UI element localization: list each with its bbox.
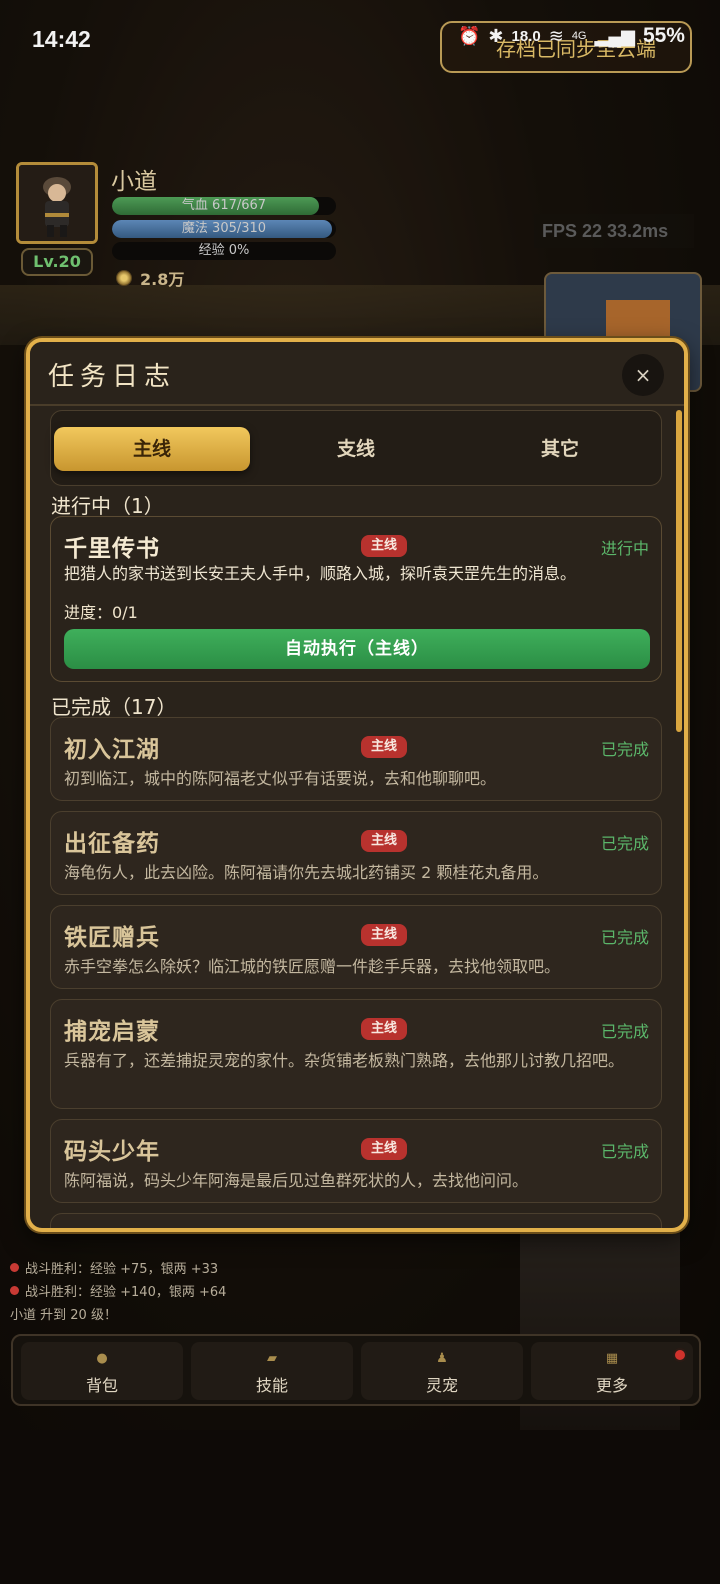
nav-label: 更多 — [595, 1376, 628, 1395]
quest-description: 兵器有了，还差捕捉灵宠的家什。杂货铺老板熟门熟路，去他那儿讨教几招吧。 — [64, 1051, 625, 1070]
close-button[interactable]: × — [622, 354, 664, 396]
bluetooth-icon: ✱ — [488, 25, 504, 46]
xp-bar: 经验 0% — [112, 242, 336, 260]
quest-tabs: 主线 支线 其它 — [50, 410, 662, 486]
signal-icon: ▂▄▆ — [594, 25, 635, 46]
log-text: 战斗胜利：经验 +140，银两 +64 — [25, 1285, 227, 1300]
hp-text: 气血 617/667 — [181, 198, 267, 213]
xp-text: 经验 0% — [198, 243, 250, 258]
quest-title: 初入江湖 — [64, 737, 160, 763]
quest-title: 捕宠启蒙 — [64, 1019, 160, 1045]
quest-state: 已完成 — [600, 834, 649, 853]
battery-level: 55% — [642, 24, 685, 47]
net-speed: 18.0 — [511, 27, 541, 45]
mp-bar: 魔法 305/310 — [112, 220, 336, 238]
tab-side-quest[interactable]: 支线 — [258, 427, 454, 471]
battle-log: 战斗胜利：经验 +75，银两 +33 战斗胜利：经验 +140，银两 +64 小… — [10, 1256, 226, 1369]
dialog-body[interactable]: 主线 支线 其它 进行中（1） 千里传书 主线 进行中 把猎人的家书送到长安王夫… — [30, 408, 684, 1228]
dialog-title: 任务日志 — [48, 362, 177, 392]
network-type: 4G — [571, 30, 587, 42]
hp-bar: 气血 617/667 — [112, 197, 336, 215]
quest-type-badge: 主线 — [361, 1018, 407, 1040]
quest-log-dialog: 任务日志 × 主线 支线 其它 进行中（1） 千里传书 主线 进行中 把猎人的家… — [26, 338, 688, 1232]
quest-type-badge: 主线 — [361, 1138, 407, 1160]
battle-dot-icon — [10, 1286, 19, 1295]
active-quest-card[interactable]: 千里传书 主线 进行中 把猎人的家书送到长安王夫人手中，顺路入城，探听袁天罡先生… — [50, 516, 662, 682]
completed-quest-card[interactable]: 捕宠启蒙 主线 已完成 兵器有了，还差捕捉灵宠的家什。杂货铺老板熟门熟路，去他那… — [50, 999, 662, 1109]
character-portrait-icon — [19, 165, 95, 241]
quest-title: 码头少年 — [64, 1139, 160, 1165]
tab-other-quest[interactable]: 其它 — [462, 427, 658, 471]
completed-quest-card[interactable]: 铁匠赠兵 主线 已完成 赤手空拳怎么除妖？临江城的铁匠愿赠一件趁手兵器，去找他领… — [50, 905, 662, 989]
player-hud: Lv.20 小道 气血 617/667 魔法 305/310 经验 0% 2.8… — [16, 162, 376, 292]
quest-description: 把猎人的家书送到长安王夫人手中，顺路入城，探听袁天罡先生的消息。 — [64, 564, 577, 583]
log-line: 战斗胜利：经验 +75，银两 +33 — [10, 1256, 226, 1279]
status-time: 14:42 — [32, 26, 91, 52]
tab-main-quest[interactable]: 主线 — [54, 427, 250, 471]
log-line: 战斗胜利：经验 +140，银两 +64 — [10, 1279, 226, 1302]
quest-type-badge: 主线 — [361, 830, 407, 852]
auto-execute-button[interactable]: 自动执行（主线） — [64, 629, 650, 669]
dialog-header: 任务日志 × — [30, 342, 684, 406]
completed-quest-card[interactable]: 初入江湖 主线 已完成 初到临江，城中的陈阿福老丈似乎有话要说，去和他聊聊吧。 — [50, 717, 662, 801]
alarm-icon: ⏰ — [458, 25, 481, 46]
nav-label: 灵宠 — [425, 1376, 458, 1395]
nav-bag-button[interactable]: ● 背包 — [21, 1342, 183, 1400]
completed-heading: 已完成（17） — [51, 695, 177, 719]
nav-label: 背包 — [85, 1376, 118, 1395]
quest-description: 海龟伤人，此去凶险。陈阿福请你先去城北药铺买 2 颗桂花丸备用。 — [64, 863, 549, 882]
quest-description: 初到临江，城中的陈阿福老丈似乎有话要说，去和他聊聊吧。 — [64, 769, 497, 788]
nav-more-button[interactable]: ▦ 更多 — [531, 1342, 693, 1400]
fps-counter: FPS 22 33.2ms — [534, 214, 694, 248]
quest-title: 千里传书 — [64, 536, 160, 562]
quest-type-badge: 主线 — [361, 736, 407, 758]
quest-type-badge: 主线 — [361, 924, 407, 946]
quest-state: 已完成 — [600, 740, 649, 759]
log-text: 战斗胜利：经验 +75，银两 +33 — [25, 1262, 219, 1277]
player-avatar[interactable] — [16, 162, 98, 244]
player-level: Lv.20 — [21, 248, 93, 276]
quest-state: 已完成 — [600, 1022, 649, 1041]
status-bar: 14:42 存档已同步至云端 ⏰ ✱ 18.0 ≋ 4G ▂▄▆ 55% — [0, 0, 720, 80]
bag-icon: ● — [96, 1351, 108, 1366]
grid-icon: ▦ — [605, 1351, 619, 1366]
in-progress-heading: 进行中（1） — [51, 494, 164, 518]
book-icon: ▰ — [267, 1351, 277, 1366]
player-name: 小道 — [111, 169, 157, 195]
wifi-icon: ≋ — [548, 25, 564, 46]
quest-state: 进行中 — [600, 539, 649, 558]
status-icons: ⏰ ✱ 18.0 ≋ 4G ▂▄▆ 55% — [458, 24, 685, 48]
gold-display: 2.8万 — [116, 266, 184, 290]
log-line: 小道 升到 20 级！ — [10, 1302, 226, 1369]
quest-description: 陈阿福说，码头少年阿海是最后见过鱼群死状的人，去找他问问。 — [64, 1171, 529, 1190]
completed-quest-card-partial[interactable] — [50, 1213, 662, 1228]
bottom-nav: ● 背包 ▰ 技能 ♟ 灵宠 ▦ 更多 — [11, 1334, 701, 1406]
mp-text: 魔法 305/310 — [181, 221, 267, 236]
nav-skills-button[interactable]: ▰ 技能 — [191, 1342, 353, 1400]
quest-state: 已完成 — [600, 1142, 649, 1161]
nav-label: 技能 — [255, 1376, 288, 1395]
completed-quest-card[interactable]: 码头少年 主线 已完成 陈阿福说，码头少年阿海是最后见过鱼群死状的人，去找他问问… — [50, 1119, 662, 1203]
completed-quest-card[interactable]: 出征备药 主线 已完成 海龟伤人，此去凶险。陈阿福请你先去城北药铺买 2 颗桂花… — [50, 811, 662, 895]
quest-type-badge: 主线 — [361, 535, 407, 557]
notification-dot — [673, 1348, 687, 1362]
quest-description: 赤手空拳怎么除妖？临江城的铁匠愿赠一件趁手兵器，去找他领取吧。 — [64, 957, 561, 976]
quest-title: 铁匠赠兵 — [64, 925, 160, 951]
gold-amount: 2.8万 — [140, 270, 185, 289]
coin-icon — [116, 270, 132, 286]
quest-progress: 进度：0/1 — [64, 603, 138, 622]
nav-pets-button[interactable]: ♟ 灵宠 — [361, 1342, 523, 1400]
log-text: 小道 升到 20 级！ — [10, 1308, 117, 1323]
pet-icon: ♟ — [436, 1351, 448, 1366]
quest-state: 已完成 — [600, 928, 649, 947]
battle-dot-icon — [10, 1263, 19, 1272]
quest-title: 出征备药 — [64, 831, 160, 857]
